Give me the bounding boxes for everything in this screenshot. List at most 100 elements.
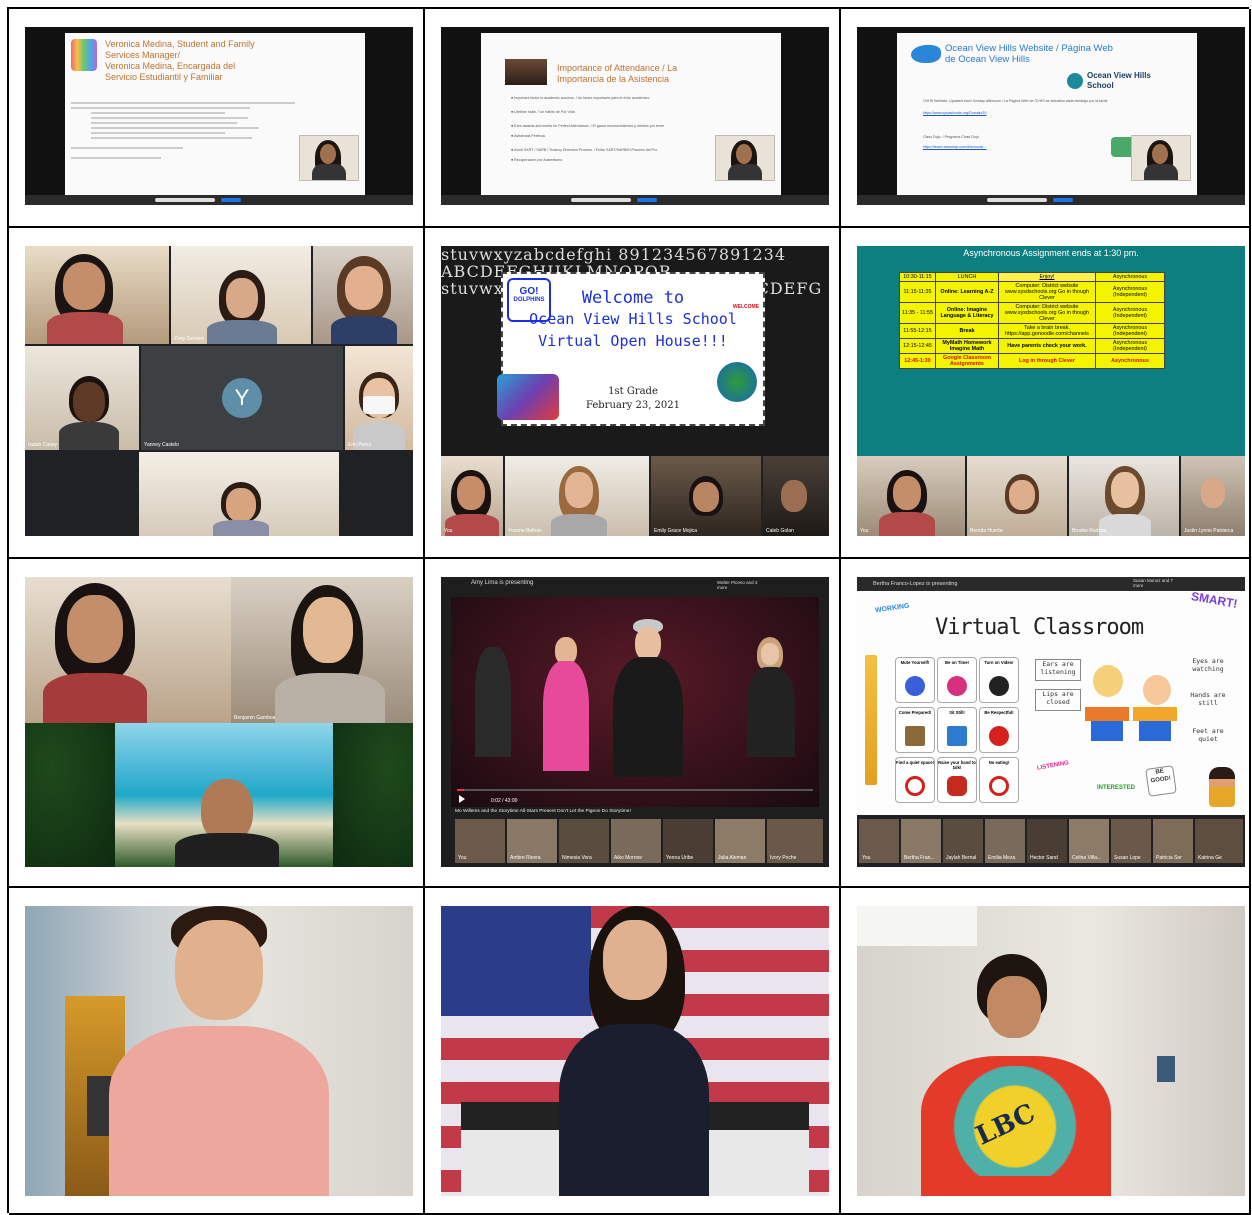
play-icon[interactable] bbox=[459, 795, 465, 803]
participant-strip: You Bertha Fran... Jaylah Bernal Emilia … bbox=[857, 817, 1245, 867]
video-tile bbox=[25, 246, 169, 344]
presentation-toolbar bbox=[857, 195, 1245, 205]
globe-art bbox=[717, 362, 757, 402]
video-tile: Erin Perez bbox=[345, 346, 413, 450]
photo-boy-belt: LBC bbox=[857, 906, 1245, 1196]
table-cell: 10:30-11:15 bbox=[899, 272, 936, 282]
table-row: 12:15-12:45 MyMath Homework Imagine Math… bbox=[899, 338, 1165, 354]
stop-sharing-button[interactable] bbox=[637, 198, 657, 202]
no-eating-icon bbox=[989, 776, 1009, 796]
participant-name: Ivory Poche bbox=[770, 855, 797, 861]
participant-name: Zoey Serrano bbox=[174, 336, 205, 342]
rule-label: Be Respectful! bbox=[984, 710, 1014, 715]
rule-box: Find a quiet space! bbox=[895, 757, 935, 803]
crayons-art bbox=[497, 374, 559, 420]
cell-welcome-slide: stuvwxyzabcdefghi 891234567891234 ABCDEF… bbox=[425, 228, 841, 559]
slide-title-line: Importancia de la Asistencia bbox=[557, 74, 670, 84]
lips-note: Lips are closed bbox=[1035, 689, 1081, 711]
students-desk-art bbox=[1085, 661, 1181, 745]
welcome-line: Ocean View Hills School bbox=[529, 310, 737, 328]
photo-girl-flag bbox=[441, 906, 829, 1196]
feet-note: Feet are quiet bbox=[1192, 727, 1224, 743]
participant-name: Brooke Rudzya bbox=[1072, 528, 1107, 534]
rule-label: Come Prepared! bbox=[898, 710, 932, 715]
video-tile: Benjamin Gamboa bbox=[231, 577, 413, 723]
table-row: 10:30-11:15 LUNCH Enjoy! Asynchronous bbox=[899, 272, 1165, 282]
video-tile: Ivory Poche bbox=[767, 819, 823, 863]
cell-slide-website: Ocean View Hills Website / Página Web de… bbox=[841, 9, 1251, 228]
video-tile: Isaiah Casey bbox=[25, 346, 139, 450]
be-good-sticker: BE GOOD! bbox=[1145, 765, 1177, 797]
rule-label: No eating! bbox=[988, 760, 1010, 765]
participant-name: Emily Grace Mojica bbox=[654, 528, 698, 534]
video-tile bbox=[139, 452, 339, 536]
cell-boy-belt: LBC bbox=[841, 888, 1251, 1215]
website-link[interactable]: https://www.sysdschools.org/Domain/10 bbox=[923, 110, 1157, 116]
screenshot-meet-gallery: Zoey Serrano Isaiah Casey Y Yanney Caste… bbox=[25, 246, 413, 536]
participants-summary: Walter Piceno and 4 more bbox=[717, 580, 758, 590]
rule-label: Raise your hand to talk! bbox=[938, 760, 976, 770]
working-banner: WORKING bbox=[874, 602, 910, 615]
video-player[interactable]: 0:02 / 43:00 bbox=[451, 597, 819, 807]
school-logo-text: School bbox=[1087, 81, 1114, 90]
participant-name: Isaiah Casey bbox=[28, 442, 57, 448]
slide-title-line: Veronica Medina, Student and Family bbox=[105, 39, 255, 49]
clock-icon bbox=[947, 676, 967, 696]
presenter-thumbnail bbox=[1131, 135, 1191, 181]
video-tile bbox=[25, 577, 231, 723]
interested-sticker: INTERESTED bbox=[1097, 785, 1136, 791]
cell-meet-three: Benjamin Gamboa bbox=[9, 559, 425, 888]
participant-name: Emilia Meza bbox=[988, 855, 1016, 861]
participant-name: Nimesia Vora bbox=[562, 855, 592, 861]
table-cell: 12:45-1:30 bbox=[899, 353, 936, 369]
welcome-line: Welcome to bbox=[581, 288, 685, 308]
stop-sharing-button[interactable] bbox=[221, 198, 241, 202]
screenshot-manager-slide: Veronica Medina, Student and Family Serv… bbox=[25, 27, 413, 205]
rule-box: Turn on Video! bbox=[979, 657, 1019, 703]
video-tile: You bbox=[455, 819, 505, 863]
participant-name: Patricia Sor bbox=[1156, 855, 1182, 861]
table-cell: Break bbox=[934, 323, 999, 339]
palm-right bbox=[333, 723, 413, 867]
video-tile: Yenna Uribe bbox=[663, 819, 713, 863]
dolphin-logo bbox=[911, 45, 941, 63]
chair-icon bbox=[947, 726, 967, 746]
table-cell: Asynchronous (Independent) bbox=[1094, 302, 1165, 324]
table-cell: LUNCH bbox=[934, 272, 999, 282]
slide-title-line: Services Manager/ bbox=[105, 50, 181, 60]
rule-box: Mute Yourself! bbox=[895, 657, 935, 703]
teacher-bitmoji bbox=[1209, 767, 1235, 807]
slide-title-line: Ocean View Hills Website / Página Web bbox=[945, 43, 1113, 54]
cell-storytime: Amy Lima is presenting Walter Piceno and… bbox=[425, 559, 841, 888]
video-tile: Zoey Serrano bbox=[171, 246, 311, 344]
stop-sharing-button[interactable] bbox=[1053, 198, 1073, 202]
participant-name: Erin Perez bbox=[348, 442, 372, 448]
participant-name: Yanney Castelo bbox=[144, 442, 179, 448]
video-tile: Justin Lynne Patriarca bbox=[1181, 456, 1245, 536]
rule-box: Sit Still! bbox=[937, 707, 977, 753]
table-row: 11:35 - 11:55 Online: Imagine Language &… bbox=[899, 302, 1165, 324]
table-row: 11:55-12:15 Break Take a brain break, ht… bbox=[899, 323, 1165, 339]
participant-name: Jaylah Bernal bbox=[946, 855, 977, 861]
microphone-icon bbox=[905, 676, 925, 696]
participant-name: Susan Lope bbox=[1114, 855, 1141, 861]
video-tile: Celina Villa... bbox=[1069, 819, 1109, 863]
table-cell: Enjoy! bbox=[997, 272, 1096, 282]
school-logo bbox=[1067, 73, 1083, 89]
table-cell: Asynchronous (Independent) bbox=[1094, 323, 1165, 339]
flag-canton bbox=[441, 906, 591, 1016]
rule-label: Sit Still! bbox=[949, 710, 965, 715]
hands-logo bbox=[71, 39, 97, 71]
participant-name: Julia Aleman bbox=[718, 855, 747, 861]
table-cell: Online: Learning A-Z bbox=[934, 281, 999, 303]
video-progress-bar[interactable] bbox=[457, 789, 813, 791]
no-noise-icon bbox=[905, 776, 925, 796]
slide-attendance: Importance of Attendance / La Importanci… bbox=[481, 33, 781, 195]
cell-virtual-classroom: Bertha Franco-Lopez is presenting Susan … bbox=[841, 559, 1251, 888]
screenshot-virtual-classroom: Bertha Franco-Lopez is presenting Susan … bbox=[857, 577, 1245, 867]
heart-icon bbox=[989, 726, 1009, 746]
table-cell: Asynchronous (Independent) bbox=[1094, 281, 1165, 303]
palm-left bbox=[25, 723, 115, 867]
window bbox=[857, 906, 977, 946]
slide-manager: Veronica Medina, Student and Family Serv… bbox=[65, 33, 365, 195]
